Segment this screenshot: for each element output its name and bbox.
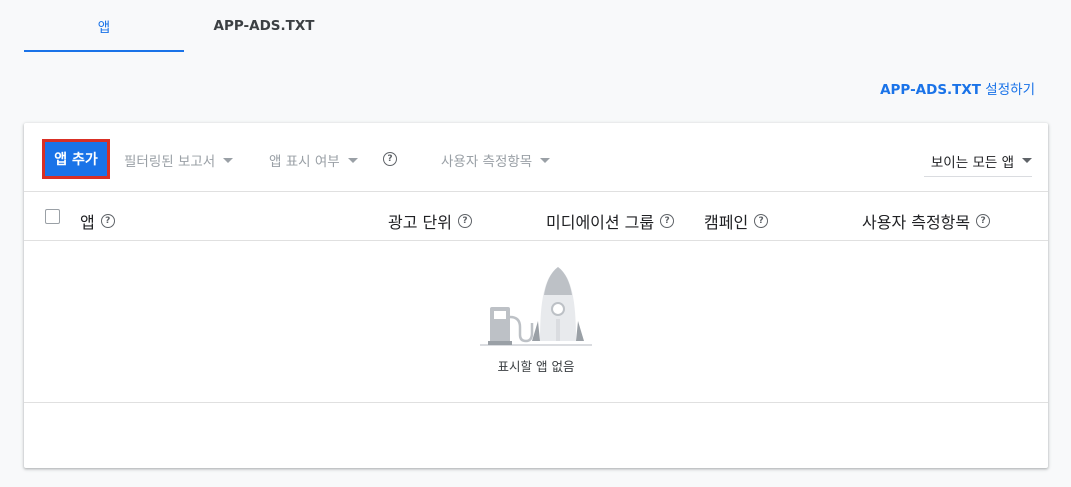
caret-down-icon <box>347 157 358 163</box>
setup-link-rest: 설정하기 <box>981 82 1035 98</box>
filtered-reports-dropdown[interactable]: 필터링된 보고서 <box>124 150 234 170</box>
column-campaigns[interactable]: 캠페인 ? <box>704 209 769 233</box>
help-icon[interactable]: ? <box>100 214 115 228</box>
empty-state-message: 표시할 앱 없음 <box>497 359 575 374</box>
setup-link-bold: APP-ADS.TXT <box>880 82 982 98</box>
help-icon[interactable]: ? <box>383 152 397 166</box>
empty-state: 표시할 앱 없음 <box>24 241 1048 403</box>
column-custom-metrics-label: 사용자 측정항목 <box>862 213 971 232</box>
app-visibility-dropdown[interactable]: 앱 표시 여부 <box>269 150 358 170</box>
apps-card: 앱 추가 필터링된 보고서 앱 표시 여부 ? 사용자 측정항목 보이는 모든 … <box>24 123 1048 468</box>
visible-apps-dropdown[interactable]: 보이는 모든 앱 <box>924 145 1032 177</box>
help-icon[interactable]: ? <box>660 214 675 228</box>
column-app-label: 앱 <box>80 213 95 232</box>
column-app[interactable]: 앱 ? <box>80 209 115 233</box>
custom-metrics-label: 사용자 측정항목 <box>441 154 533 170</box>
filtered-reports-label: 필터링된 보고서 <box>124 154 216 170</box>
select-all-checkbox[interactable] <box>45 209 60 224</box>
add-app-button[interactable]: 앱 추가 <box>42 139 110 179</box>
column-custom-metrics[interactable]: 사용자 측정항목 ? <box>862 209 991 233</box>
column-mediation-groups[interactable]: 미디에이션 그룹 ? <box>546 209 675 233</box>
tab-bar: 앱 APP-ADS.TXT <box>24 0 344 52</box>
caret-down-icon <box>1022 158 1032 163</box>
help-icon[interactable]: ? <box>754 214 769 228</box>
tab-app-ads-txt[interactable]: APP-ADS.TXT <box>184 0 344 52</box>
tab-apps[interactable]: 앱 <box>24 0 184 52</box>
app-visibility-label: 앱 표시 여부 <box>269 154 340 170</box>
caret-down-icon <box>540 157 551 163</box>
column-ad-units[interactable]: 광고 단위 ? <box>388 209 472 233</box>
column-mediation-groups-label: 미디에이션 그룹 <box>546 213 655 232</box>
custom-metrics-dropdown[interactable]: 사용자 측정항목 <box>441 150 551 170</box>
help-icon[interactable]: ? <box>976 214 991 228</box>
column-ad-units-label: 광고 단위 <box>388 213 452 232</box>
column-campaigns-label: 캠페인 <box>704 213 749 232</box>
app-ads-txt-setup-link[interactable]: APP-ADS.TXT 설정하기 <box>880 78 1035 98</box>
apps-toolbar: 앱 추가 필터링된 보고서 앱 표시 여부 ? 사용자 측정항목 보이는 모든 … <box>24 123 1048 192</box>
help-icon[interactable]: ? <box>457 214 472 228</box>
rocket-fuel-illustration-icon <box>480 267 592 346</box>
visible-apps-label: 보이는 모든 앱 <box>930 154 1014 171</box>
caret-down-icon <box>223 157 234 163</box>
